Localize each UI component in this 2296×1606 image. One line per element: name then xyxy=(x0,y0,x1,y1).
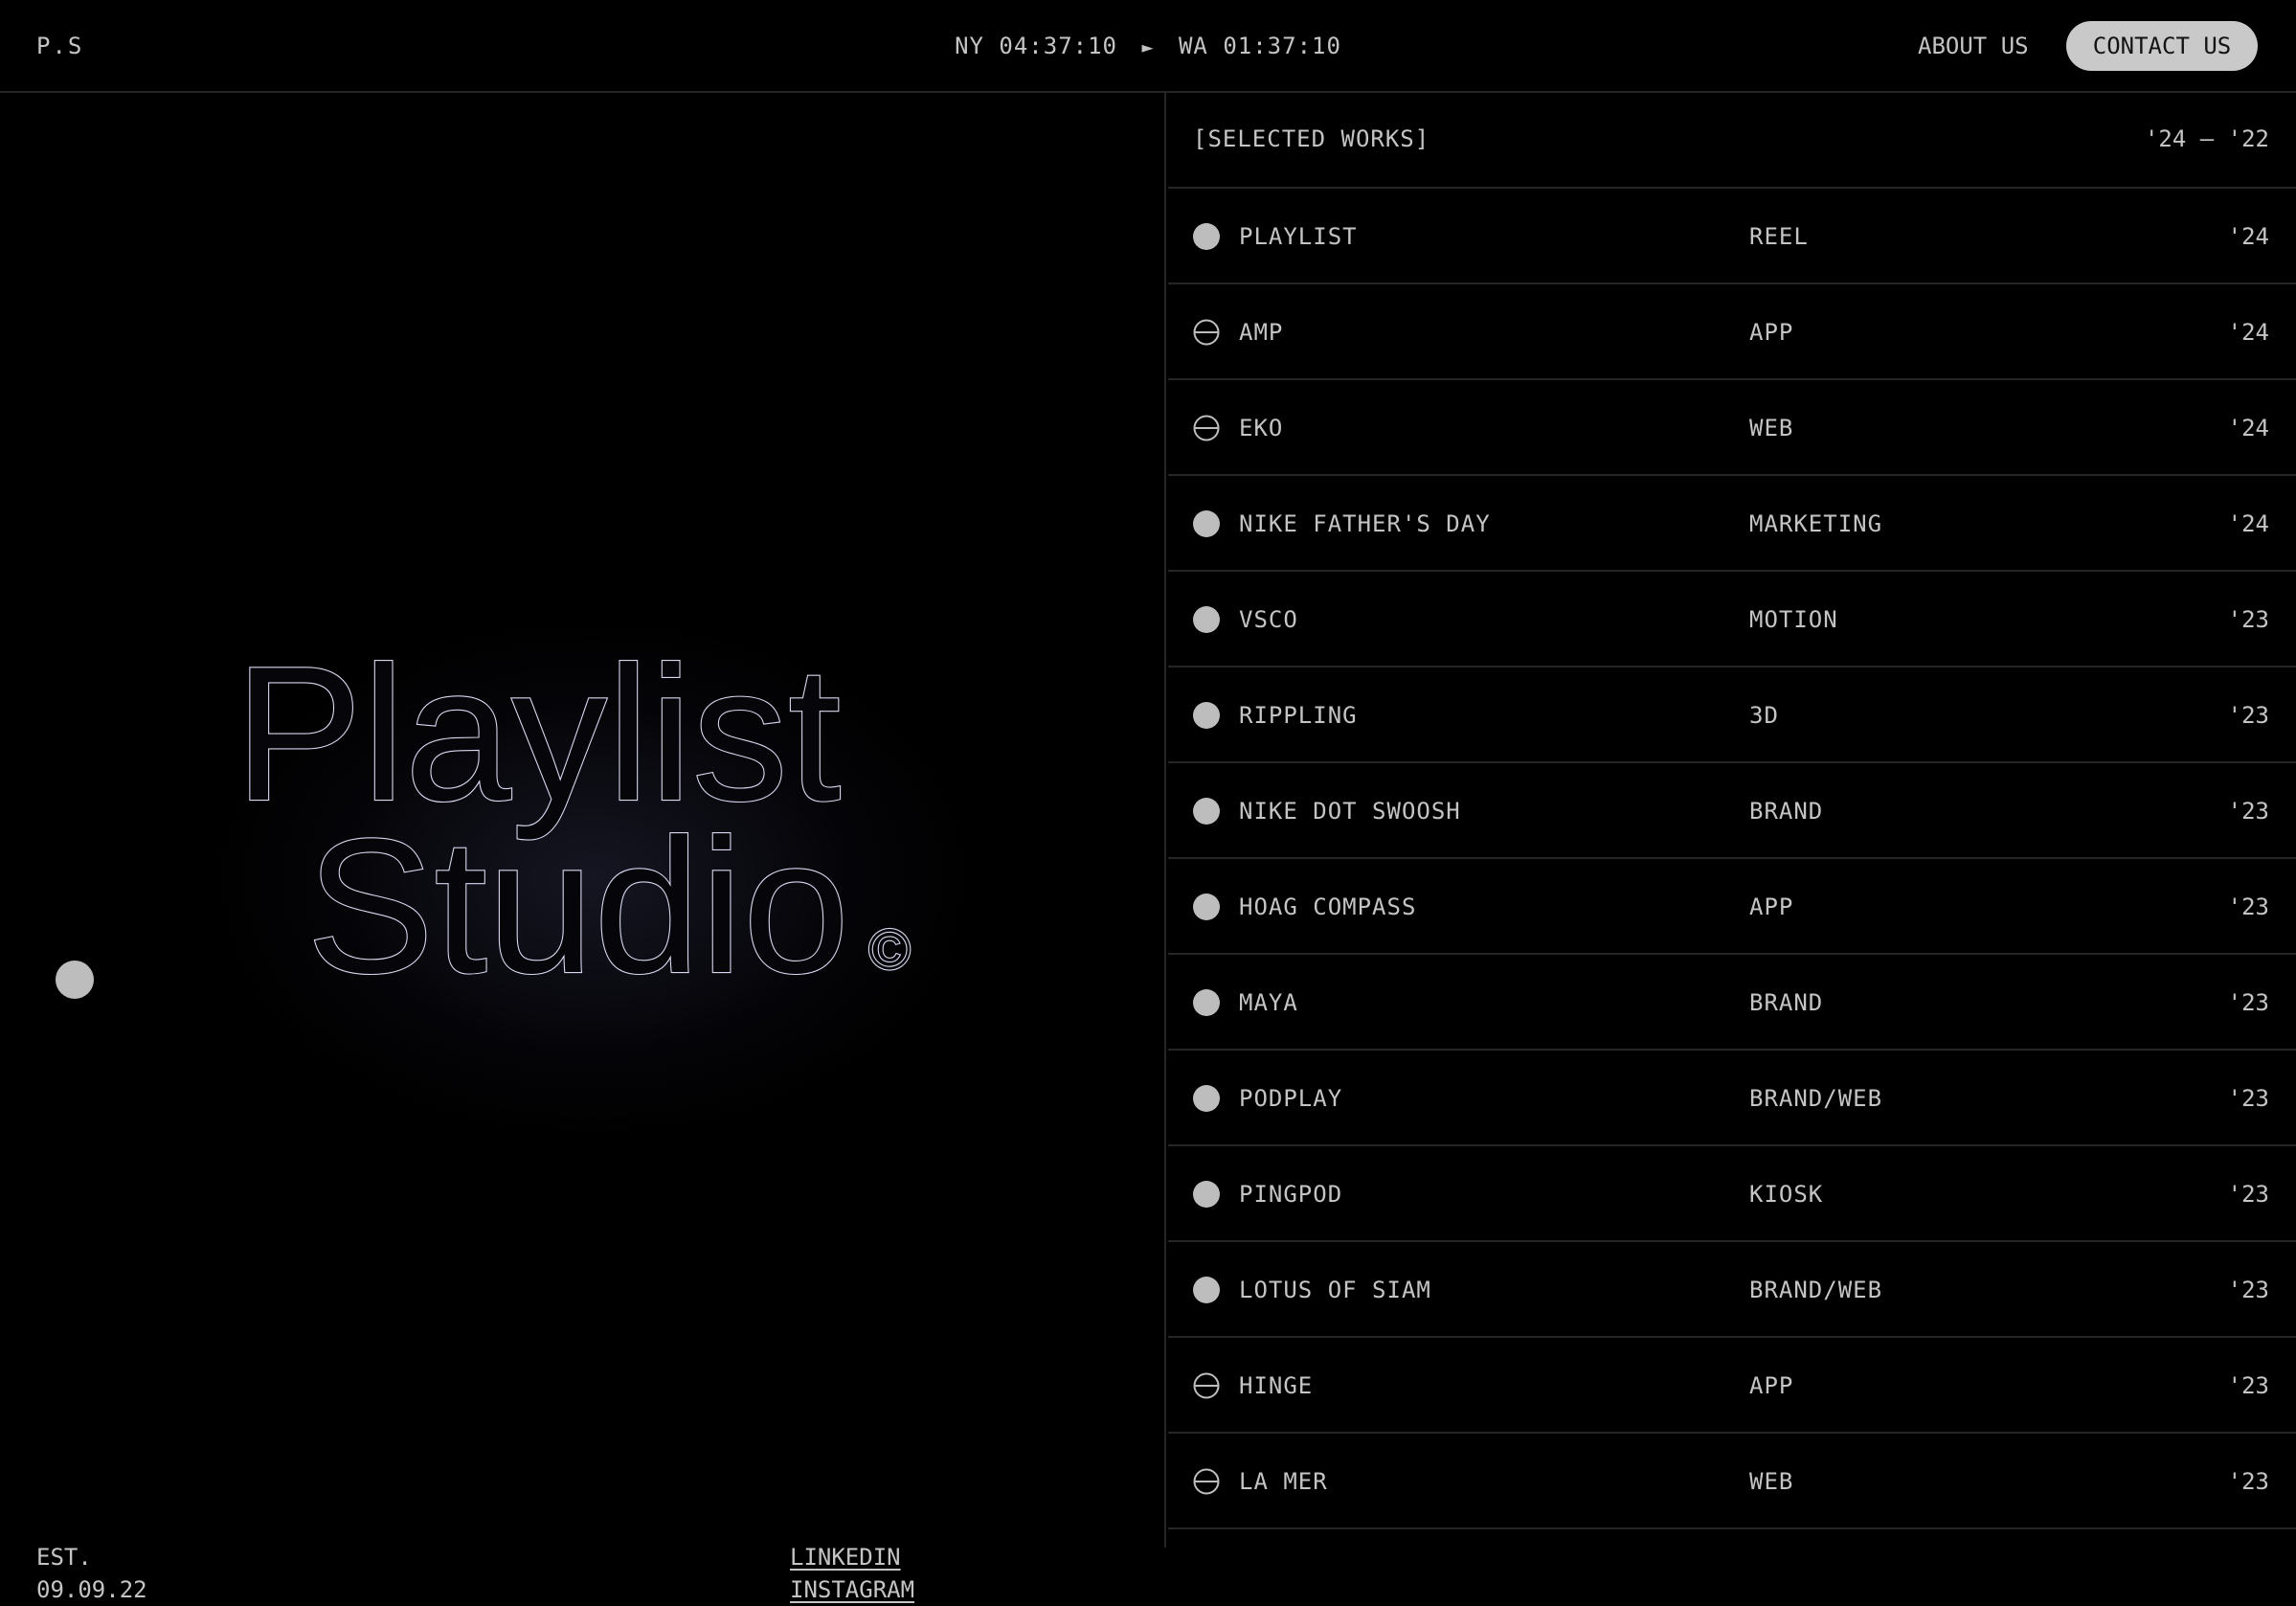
work-name: EKO xyxy=(1239,415,1284,441)
minus-circle-icon xyxy=(1193,415,1220,441)
work-category: MOTION xyxy=(1749,606,1838,633)
work-row[interactable]: AMP APP '24 xyxy=(1168,284,2296,380)
work-name: PLAYLIST xyxy=(1239,223,1358,250)
filled-dot-icon xyxy=(1193,223,1220,250)
work-year: '23 xyxy=(2227,798,2269,825)
work-category: WEB xyxy=(1749,1468,1794,1495)
work-name: MAYA xyxy=(1239,989,1298,1016)
work-row[interactable]: VSCO MOTION '23 xyxy=(1168,572,2296,667)
instagram-link[interactable]: INSTAGRAM xyxy=(790,1573,914,1606)
work-category: REEL xyxy=(1749,223,1809,250)
about-us-link[interactable]: ABOUT US xyxy=(1918,33,2029,59)
work-year: '23 xyxy=(2227,1468,2269,1495)
work-year: '23 xyxy=(2227,1372,2269,1399)
filled-dot-icon xyxy=(1193,989,1220,1016)
filled-dot-icon xyxy=(1193,1085,1220,1112)
est-label: EST. xyxy=(36,1544,92,1571)
play-arrow-icon: ► xyxy=(1141,35,1155,58)
work-name: HINGE xyxy=(1239,1372,1314,1399)
work-year: '24 xyxy=(2227,223,2269,250)
works-list: PLAYLIST REEL '24 AMP APP '24 EKO WEB '24 NIKE FA… xyxy=(1168,189,2296,1529)
playlist-studio-logo: Playlist Studio © xyxy=(234,626,912,1014)
works-year-range: '24 — '22 xyxy=(2144,125,2269,152)
work-category: WEB xyxy=(1749,415,1794,441)
work-year: '23 xyxy=(2227,1085,2269,1112)
work-category: BRAND xyxy=(1749,798,1824,825)
work-category: BRAND/WEB xyxy=(1749,1277,1883,1303)
contact-us-button[interactable]: CONTACT US xyxy=(2066,21,2258,71)
work-row[interactable]: LOTUS OF SIAM BRAND/WEB '23 xyxy=(1168,1242,2296,1338)
work-year: '23 xyxy=(2227,893,2269,920)
work-year: '23 xyxy=(2227,1277,2269,1303)
top-bar: P.S NY 04:37:10 ► WA 01:37:10 ABOUT US C… xyxy=(0,0,2296,93)
work-row[interactable]: NIKE DOT SWOOSH BRAND '23 xyxy=(1168,763,2296,859)
work-category: MARKETING xyxy=(1749,510,1883,537)
work-name: PODPLAY xyxy=(1239,1085,1343,1112)
selected-works-panel: [SELECTED WORKS] '24 — '22 PLAYLIST REEL '… xyxy=(1168,93,2296,1548)
work-name: HOAG COMPASS xyxy=(1239,893,1417,920)
work-row[interactable]: HINGE APP '23 xyxy=(1168,1338,2296,1434)
work-row[interactable]: LA MER WEB '23 xyxy=(1168,1434,2296,1529)
work-name: LOTUS OF SIAM xyxy=(1239,1277,1431,1303)
minus-circle-icon xyxy=(1193,1372,1220,1399)
linkedin-link[interactable]: LINKEDIN xyxy=(790,1541,914,1573)
logo-line-2: Studio xyxy=(306,800,849,1013)
minus-circle-icon xyxy=(1193,319,1220,346)
work-name: RIPPLING xyxy=(1239,702,1358,729)
works-header: [SELECTED WORKS] '24 — '22 xyxy=(1168,93,2296,189)
works-title: [SELECTED WORKS] xyxy=(1193,125,1430,152)
filled-dot-icon xyxy=(1193,702,1220,729)
work-row[interactable]: EKO WEB '24 xyxy=(1168,380,2296,476)
work-category: APP xyxy=(1749,893,1794,920)
filled-dot-icon xyxy=(1193,798,1220,825)
minus-circle-icon xyxy=(1193,1468,1220,1495)
work-row[interactable]: RIPPLING 3D '23 xyxy=(1168,667,2296,763)
work-year: '23 xyxy=(2227,702,2269,729)
work-row[interactable]: PODPLAY BRAND/WEB '23 xyxy=(1168,1051,2296,1146)
work-name: NIKE FATHER'S DAY xyxy=(1239,510,1491,537)
work-year: '23 xyxy=(2227,1181,2269,1208)
filled-dot-icon xyxy=(1193,606,1220,633)
work-category: BRAND/WEB xyxy=(1749,1085,1883,1112)
work-year: '23 xyxy=(2227,606,2269,633)
established-info: EST. 09.09.22 xyxy=(36,1541,147,1606)
est-date: 09.09.22 xyxy=(36,1576,147,1603)
work-name: VSCO xyxy=(1239,606,1298,633)
filled-dot-icon xyxy=(1193,1181,1220,1208)
clock-wa: WA 01:37:10 xyxy=(1178,33,1341,59)
copyright-icon: © xyxy=(868,917,911,982)
work-name: NIKE DOT SWOOSH xyxy=(1239,798,1461,825)
work-category: BRAND xyxy=(1749,989,1824,1016)
cursor-dot-icon xyxy=(56,961,94,999)
work-row[interactable]: PINGPOD KIOSK '23 xyxy=(1168,1146,2296,1242)
work-year: '24 xyxy=(2227,319,2269,346)
work-row[interactable]: NIKE FATHER'S DAY MARKETING '24 xyxy=(1168,476,2296,572)
work-name: PINGPOD xyxy=(1239,1181,1343,1208)
work-row[interactable]: HOAG COMPASS APP '23 xyxy=(1168,859,2296,955)
filled-dot-icon xyxy=(1193,893,1220,920)
filled-dot-icon xyxy=(1193,510,1220,537)
work-year: '23 xyxy=(2227,989,2269,1016)
work-category: APP xyxy=(1749,319,1794,346)
filled-dot-icon xyxy=(1193,1277,1220,1303)
social-links: LINKEDIN INSTAGRAM xyxy=(790,1541,914,1606)
work-category: KIOSK xyxy=(1749,1181,1824,1208)
work-name: AMP xyxy=(1239,319,1284,346)
work-row[interactable]: PLAYLIST REEL '24 xyxy=(1168,189,2296,284)
work-category: 3D xyxy=(1749,702,1779,729)
work-category: APP xyxy=(1749,1372,1794,1399)
work-year: '24 xyxy=(2227,415,2269,441)
work-row[interactable]: MAYA BRAND '23 xyxy=(1168,955,2296,1051)
work-name: LA MER xyxy=(1239,1468,1328,1495)
work-year: '24 xyxy=(2227,510,2269,537)
clock-ny: NY 04:37:10 xyxy=(955,33,1118,59)
